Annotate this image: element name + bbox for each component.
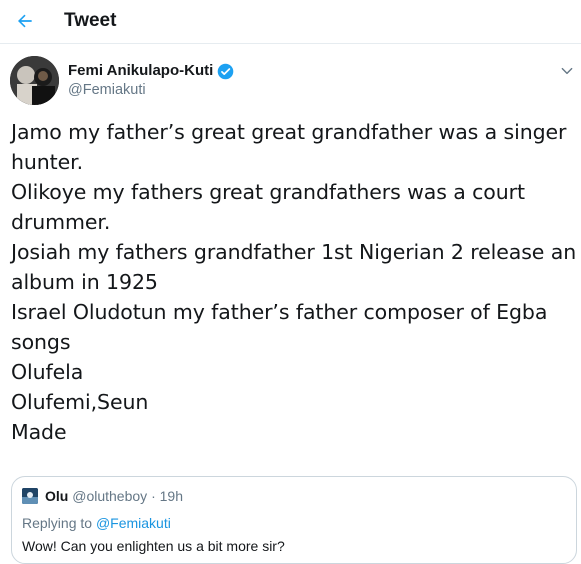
tweet-line: Olufemi,Seun [11, 390, 149, 414]
tweet-line: songs [11, 330, 71, 354]
replying-to-mention[interactable]: @Femiakuti [96, 515, 171, 531]
author-avatar[interactable] [10, 56, 59, 105]
page-title: Tweet [64, 10, 117, 31]
tweet-line: Olikoye my fathers great grandfathers wa… [11, 180, 525, 204]
tweet-header: Tweet [0, 0, 581, 44]
quoted-author-name: Olu [45, 488, 69, 504]
arrow-left-icon [18, 14, 32, 28]
author-name[interactable]: Femi Anikulapo-Kuti [68, 62, 234, 80]
quoted-separator: · [151, 488, 156, 504]
tweet-line: Jamo my father’s great great grandfather… [11, 120, 567, 144]
tweet-line: album in 1925 [11, 270, 158, 294]
tweet-menu-button[interactable] [558, 62, 576, 80]
quoted-avatar [22, 488, 38, 504]
tweet-line: Olufela [11, 360, 84, 384]
author-name-text: Femi Anikulapo-Kuti [68, 62, 214, 79]
back-button[interactable] [10, 6, 40, 36]
tweet-line: Made [11, 420, 67, 444]
verified-badge-icon [217, 63, 234, 79]
quoted-timestamp: 19h [159, 488, 183, 504]
tweet-line: drummer. [11, 210, 111, 234]
tweet-line: Israel Oludotun my father’s father compo… [11, 300, 548, 324]
tweet-line: Josiah my fathers grandfather 1st Nigeri… [11, 240, 577, 264]
replying-to-label: Replying to [22, 515, 93, 531]
quoted-header: Olu @olutheboy · 19h [45, 487, 183, 505]
quoted-text: Wow! Can you enlighten us a bit more sir… [22, 538, 285, 554]
tweet-body: Jamo my father’s great great grandfather… [11, 117, 577, 447]
quoted-tweet[interactable]: Olu @olutheboy · 19h Replying to @Femiak… [11, 476, 577, 564]
chevron-down-icon [561, 67, 573, 75]
quoted-author-handle: @olutheboy [72, 488, 148, 504]
tweet-line: hunter. [11, 150, 83, 174]
author-handle[interactable]: @Femiakuti [68, 81, 146, 99]
replying-to: Replying to @Femiakuti [22, 514, 171, 532]
